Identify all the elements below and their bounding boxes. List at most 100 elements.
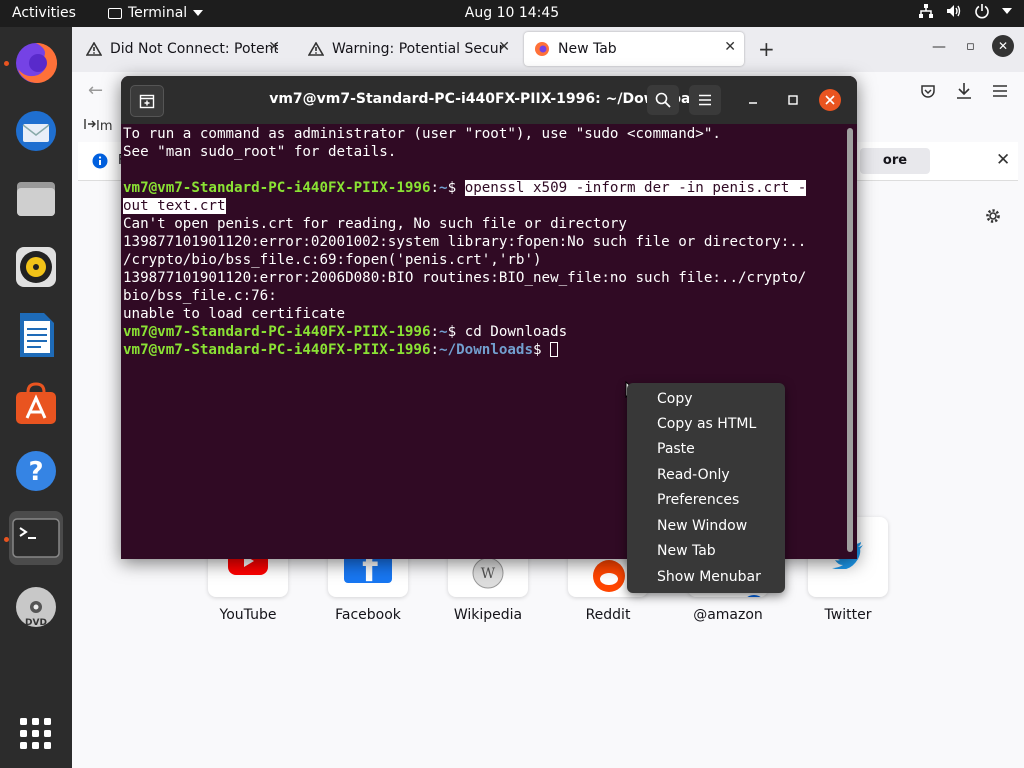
minimize-button[interactable] xyxy=(737,85,769,115)
search-icon xyxy=(655,92,671,108)
terminal-line: vm7@vm7-Standard-PC-i440FX-PIIX-1996:~$ … xyxy=(123,323,845,341)
minimize-icon xyxy=(749,102,757,104)
terminal-line: bio/bss_file.c:76: xyxy=(123,288,277,304)
volume-icon xyxy=(947,5,961,17)
menu-item-show-menubar[interactable]: Show Menubar xyxy=(657,569,761,585)
new-tab-button[interactable]: + xyxy=(758,37,775,61)
back-button[interactable]: ← xyxy=(88,80,103,101)
minimize-button[interactable]: — xyxy=(932,39,946,55)
amazon-badge-icon xyxy=(747,595,761,597)
terminal-line: 139877101901120:error:2006D080:BIO routi… xyxy=(123,270,807,286)
help-icon: ? xyxy=(16,451,56,491)
search-button[interactable] xyxy=(647,85,679,115)
terminal-headerbar: vm7@vm7-Standard-PC-i440FX-PIIX-1996: ~/… xyxy=(121,76,857,124)
tab-did-not-connect[interactable]: Did Not Connect: Potenti ✕ xyxy=(76,32,288,66)
import-icon xyxy=(84,119,96,129)
import-label: Im xyxy=(96,119,113,134)
shortcut-label: YouTube xyxy=(219,607,277,623)
prompt-user: vm7@vm7-Standard-PC-i440FX-PIIX-1996 xyxy=(123,180,431,196)
network-icon xyxy=(919,4,933,18)
menu-item-new-window[interactable]: New Window xyxy=(657,518,747,534)
terminal-line: /crypto/bio/bss_file.c:69:fopen('penis.c… xyxy=(123,252,542,268)
bookmarks-import[interactable]: Im xyxy=(84,118,113,134)
tab-new-tab[interactable]: New Tab ✕ xyxy=(524,32,744,66)
svg-text:W: W xyxy=(481,566,496,582)
dvd-icon: DVD xyxy=(16,587,56,628)
dock-firefox[interactable] xyxy=(9,36,63,90)
terminal-line: vm7@vm7-Standard-PC-i440FX-PIIX-1996:~/D… xyxy=(123,341,845,359)
hamburger-menu-icon xyxy=(699,94,711,106)
dock-software[interactable] xyxy=(9,376,63,430)
dock-dvd[interactable]: DVD xyxy=(9,580,63,634)
grid-icon xyxy=(20,718,51,749)
close-window-button[interactable]: ✕ xyxy=(992,35,1014,57)
text-cursor xyxy=(550,342,559,357)
prompt-dollar: $ xyxy=(533,342,551,358)
rhythmbox-icon xyxy=(16,247,56,287)
shortcut-label: Facebook xyxy=(335,607,401,623)
firefox-icon xyxy=(16,42,58,83)
prompt-separator: : xyxy=(430,180,440,196)
close-icon xyxy=(825,95,835,105)
activities-button[interactable]: Activities xyxy=(12,5,76,21)
writer-icon xyxy=(20,313,54,357)
maximize-button[interactable] xyxy=(777,85,809,115)
info-icon xyxy=(92,153,108,169)
close-tab-icon[interactable]: ✕ xyxy=(498,39,510,55)
software-store-icon xyxy=(16,382,56,424)
selected-command: out text.crt xyxy=(123,198,226,214)
scrollbar[interactable] xyxy=(847,128,853,552)
learn-more-button[interactable]: ore xyxy=(860,148,930,174)
prompt-dollar: $ xyxy=(447,180,465,196)
prompt-user: vm7@vm7-Standard-PC-i440FX-PIIX-1996 xyxy=(123,324,431,340)
top-bar: Activities Terminal Aug 10 14:45 xyxy=(0,0,1024,27)
close-tab-icon[interactable]: ✕ xyxy=(268,39,280,55)
tab-label: New Tab xyxy=(558,41,617,57)
svg-text:DVD: DVD xyxy=(25,618,47,628)
pocket-icon[interactable] xyxy=(920,83,936,99)
wikipedia-icon: W xyxy=(472,557,504,589)
hamburger-menu-icon[interactable] xyxy=(992,84,1008,98)
close-button[interactable] xyxy=(819,89,841,111)
reddit-icon xyxy=(593,560,625,592)
tab-label: Warning: Potential Securi xyxy=(332,41,504,57)
firefox-icon xyxy=(535,42,549,56)
menu-button[interactable] xyxy=(689,85,721,115)
show-applications-button[interactable] xyxy=(9,707,63,761)
menu-item-read-only[interactable]: Read-Only xyxy=(657,467,730,483)
maximize-button[interactable]: ▫ xyxy=(966,39,975,54)
shortcut-label: Twitter xyxy=(824,607,872,623)
dock-files[interactable] xyxy=(9,172,63,226)
command-text: cd Downloads xyxy=(464,324,568,340)
new-tab-button[interactable] xyxy=(130,85,164,117)
system-tray[interactable] xyxy=(918,3,1012,19)
close-notification-icon[interactable]: ✕ xyxy=(996,150,1010,170)
menu-item-new-tab[interactable]: New Tab xyxy=(657,543,716,559)
menu-item-copy-as-html[interactable]: Copy as HTML xyxy=(657,416,756,432)
terminal-line: vm7@vm7-Standard-PC-i440FX-PIIX-1996:~$ … xyxy=(123,179,845,197)
tab-warning[interactable]: Warning: Potential Securi ✕ xyxy=(298,32,518,66)
dock-thunderbird[interactable] xyxy=(9,104,63,158)
shortcut-label: Reddit xyxy=(585,607,631,623)
prompt-path: ~ xyxy=(439,324,448,340)
app-menu[interactable]: Terminal xyxy=(108,5,204,21)
download-icon[interactable] xyxy=(956,82,972,100)
menu-item-paste[interactable]: Paste xyxy=(657,441,695,457)
dock-terminal[interactable] xyxy=(9,511,63,565)
chevron-down-icon xyxy=(1002,8,1012,14)
terminal-icon xyxy=(12,518,60,558)
menu-item-preferences[interactable]: Preferences xyxy=(657,492,739,508)
dock-help[interactable]: ? xyxy=(9,444,63,498)
menu-item-copy[interactable]: Copy xyxy=(657,391,693,407)
prompt-separator: : xyxy=(430,324,440,340)
dock-writer[interactable] xyxy=(9,308,63,362)
terminal-line: To run a command as administrator (user … xyxy=(123,126,721,142)
files-icon xyxy=(17,182,55,216)
gear-icon[interactable] xyxy=(984,207,1002,225)
close-tab-icon[interactable]: ✕ xyxy=(724,39,736,55)
terminal-output[interactable]: To run a command as administrator (user … xyxy=(123,125,845,359)
terminal-icon xyxy=(108,7,122,19)
dock-rhythmbox[interactable] xyxy=(9,240,63,294)
terminal-line: unable to load certificate xyxy=(123,306,346,322)
dock: ? DVD xyxy=(0,27,72,768)
